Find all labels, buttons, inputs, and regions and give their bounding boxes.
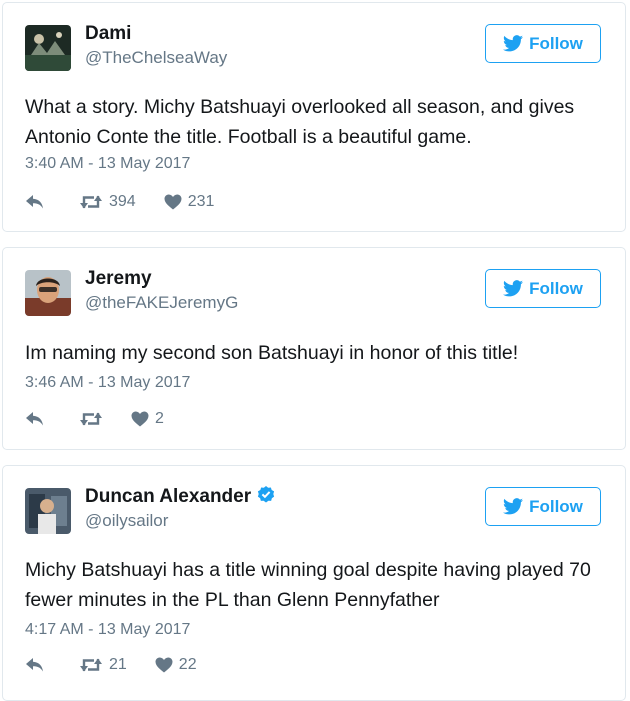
timestamp[interactable]: 3:40 AM - 13 May 2017 [25,155,190,173]
retweet-button[interactable]: 394 [79,193,136,211]
tweet-card: Jeremy @theFAKEJeremyG Follow Im naming … [2,247,626,450]
bird-icon [503,35,524,52]
heart-icon [131,411,149,427]
avatar[interactable] [25,25,71,71]
tweet-actions: 21 22 [25,653,197,677]
avatar[interactable] [25,488,71,534]
tweet-card: Dami @TheChelseaWay Follow What a story.… [2,2,626,232]
heart-icon [164,194,182,210]
display-name[interactable]: Dami [85,23,131,45]
reply-button[interactable] [25,411,45,427]
like-count: 22 [178,656,197,673]
user-handle[interactable]: @TheChelseaWay [85,48,227,68]
display-name[interactable]: Duncan Alexander [85,486,275,508]
reply-button[interactable] [25,657,45,673]
tweet-text: Im naming my second son Batshuayi in hon… [25,342,519,364]
verified-badge-icon [258,486,275,503]
retweet-count: 21 [109,656,127,673]
display-name-text: Duncan Alexander [85,486,252,507]
follow-button[interactable]: Follow [485,487,601,526]
tweet-card: Duncan Alexander @oilysailor Follow Mich… [2,465,626,701]
retweet-button[interactable] [79,411,103,427]
reply-icon [26,658,43,672]
follow-button[interactable]: Follow [485,269,601,308]
bird-icon [503,498,524,515]
follow-label: Follow [529,496,583,516]
follow-label: Follow [529,33,583,53]
user-handle[interactable]: @oilysailor [85,511,168,531]
retweet-icon [80,412,102,426]
follow-label: Follow [529,278,583,298]
follow-button[interactable]: Follow [485,24,601,63]
tweet-text: Michy Batshuayi has a title winning goal… [25,559,591,611]
tweet-text: What a story. Michy Batshuayi overlooked… [25,96,575,148]
like-button[interactable]: 2 [131,410,164,428]
reply-button[interactable] [25,194,45,210]
user-handle[interactable]: @theFAKEJeremyG [85,293,238,313]
reply-icon [26,412,43,426]
retweet-count: 394 [109,193,136,210]
timestamp[interactable]: 4:17 AM - 13 May 2017 [25,621,190,639]
like-button[interactable]: 22 [155,656,197,674]
retweet-icon [80,658,102,672]
retweet-button[interactable]: 21 [79,656,127,674]
heart-icon [155,657,173,673]
reply-icon [26,195,43,209]
bird-icon [503,280,524,297]
display-name[interactable]: Jeremy [85,268,152,290]
timestamp[interactable]: 3:46 AM - 13 May 2017 [25,374,190,392]
avatar[interactable] [25,270,71,316]
like-count: 2 [155,410,164,427]
tweet-actions: 394 231 [25,190,214,214]
retweet-icon [80,195,102,209]
like-button[interactable]: 231 [164,193,215,211]
like-count: 231 [187,193,215,210]
tweet-actions: 2 [25,407,164,431]
